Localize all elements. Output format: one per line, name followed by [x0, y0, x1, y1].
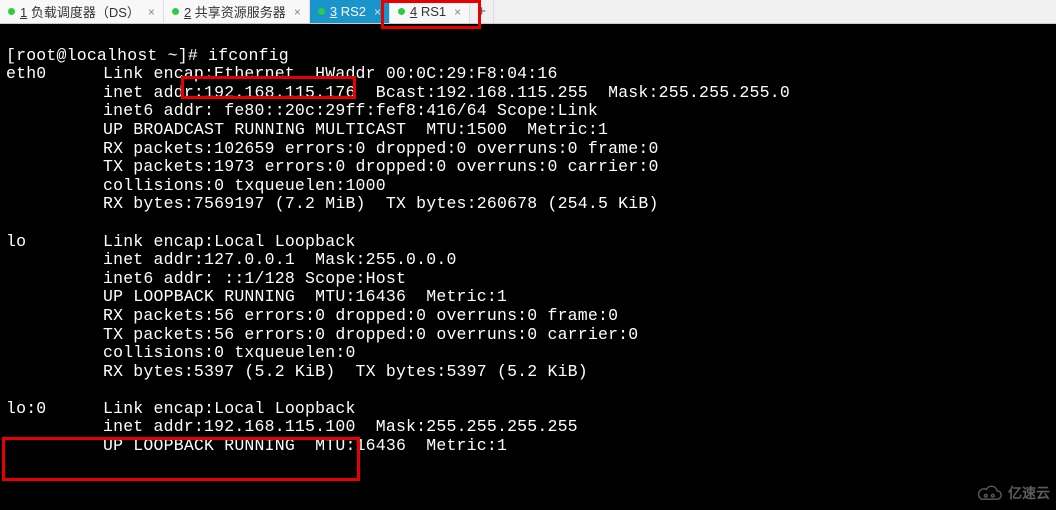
- eth0-line: RX bytes:7569197 (7.2 MiB) TX bytes:2606…: [103, 194, 659, 213]
- eth0-line: Link encap:Ethernet HWaddr 00:0C:29:F8:0…: [103, 64, 558, 83]
- shell-prompt: [root@localhost ~]#: [6, 46, 208, 65]
- lo-line: collisions:0 txqueuelen:0: [103, 343, 356, 362]
- iface-name: lo: [6, 233, 103, 252]
- tab-number: 2: [184, 5, 191, 20]
- status-dot-icon: [318, 8, 325, 15]
- tab-bar: 1 负载调度器（DS） × 2 共享资源服务器 × 3 RS2 × 4 RS1 …: [0, 0, 1056, 24]
- close-icon[interactable]: ×: [374, 5, 381, 19]
- lo-line: RX packets:56 errors:0 dropped:0 overrun…: [103, 306, 618, 325]
- tab-number: 4: [410, 4, 417, 19]
- lo-line: inet6 addr: ::1/128 Scope:Host: [103, 269, 406, 288]
- lo-line: inet addr:127.0.0.1 Mask:255.0.0.0: [103, 250, 457, 269]
- close-icon[interactable]: ×: [148, 5, 155, 19]
- tab-2[interactable]: 2 共享资源服务器 ×: [164, 0, 310, 23]
- eth0-inet-label: inet addr: [103, 83, 194, 102]
- close-icon[interactable]: ×: [294, 5, 301, 19]
- eth0-line: collisions:0 txqueuelen:1000: [103, 176, 386, 195]
- lo-line: TX packets:56 errors:0 dropped:0 overrun…: [103, 325, 638, 344]
- iface-name: eth0: [6, 65, 103, 84]
- lo0-inet-rest: Mask:255.255.255.255: [356, 417, 578, 436]
- status-dot-icon: [8, 8, 15, 15]
- lo0-line: UP LOOPBACK RUNNING MTU:16436 Metric:1: [103, 436, 507, 455]
- eth0-line: TX packets:1973 errors:0 dropped:0 overr…: [103, 157, 659, 176]
- tab-1[interactable]: 1 负载调度器（DS） ×: [0, 0, 164, 23]
- eth0-inet-rest: Bcast:192.168.115.255 Mask:255.255.255.0: [356, 83, 790, 102]
- command: ifconfig: [208, 46, 289, 65]
- watermark: 亿速云: [976, 483, 1050, 503]
- terminal-output[interactable]: [root@localhost ~]# ifconfig eth0Link en…: [0, 24, 1056, 509]
- eth0-inet-addr: :192.168.115.176: [194, 83, 356, 102]
- tab-label: 共享资源服务器: [195, 5, 286, 20]
- lo0-line: Link encap:Local Loopback: [103, 399, 356, 418]
- tab-4[interactable]: 4 RS1 ×: [390, 0, 470, 23]
- tab-number: 3: [330, 4, 337, 19]
- tab-label: RS2: [341, 4, 366, 19]
- watermark-text: 亿速云: [1008, 483, 1050, 503]
- add-tab-button[interactable]: +: [470, 0, 494, 23]
- lo0-inet-addr: inet addr:192.168.115.100: [103, 417, 356, 436]
- eth0-line: UP BROADCAST RUNNING MULTICAST MTU:1500 …: [103, 120, 608, 139]
- eth0-line: inet6 addr: fe80::20c:29ff:fef8:416/64 S…: [103, 101, 598, 120]
- tab-3[interactable]: 3 RS2 ×: [310, 0, 390, 23]
- eth0-line: RX packets:102659 errors:0 dropped:0 ove…: [103, 139, 659, 158]
- tab-label: 负载调度器（DS）: [31, 5, 140, 20]
- close-icon[interactable]: ×: [454, 5, 461, 19]
- iface-name: lo:0: [6, 400, 103, 419]
- lo-line: RX bytes:5397 (5.2 KiB) TX bytes:5397 (5…: [103, 362, 588, 381]
- tab-label: RS1: [421, 4, 446, 19]
- lo-line: UP LOOPBACK RUNNING MTU:16436 Metric:1: [103, 287, 507, 306]
- status-dot-icon: [172, 8, 179, 15]
- cloud-icon: [976, 485, 1004, 501]
- lo-line: Link encap:Local Loopback: [103, 232, 356, 251]
- status-dot-icon: [398, 8, 405, 15]
- tab-number: 1: [20, 5, 27, 20]
